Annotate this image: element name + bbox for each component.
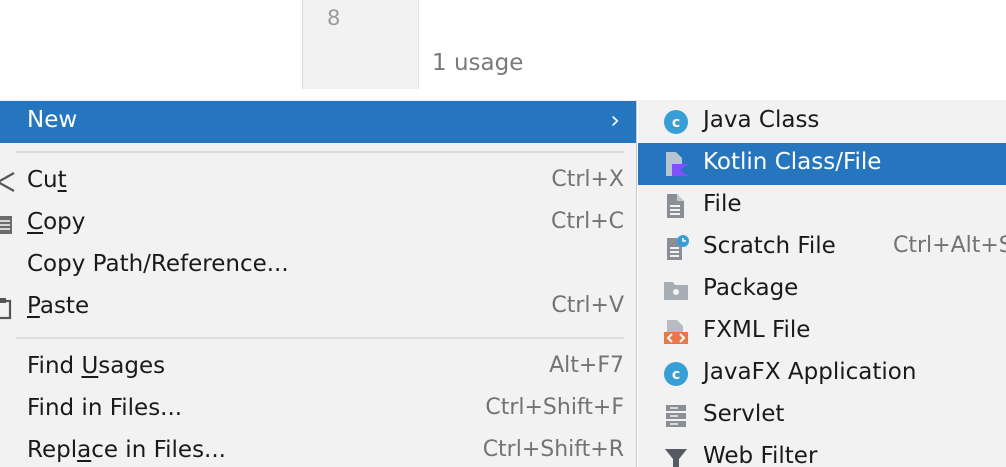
editor-gutter[interactable] [302,0,419,89]
menu-separator [16,337,624,339]
svg-text:c: c [672,367,680,383]
menu-item-shortcut: Ctrl+Shift+R [482,437,624,462]
menu-item-replace-in-files[interactable]: Replace in Files... Ctrl+Shift+R [0,431,636,467]
menu-item-label: Replace in Files... [27,437,226,463]
menu-item-find-usages[interactable]: Find Usages Alt+F7 [0,347,636,389]
menu-item-label: Find Usages [27,353,166,379]
menu-item-copy[interactable]: Copy Ctrl+C [0,203,636,245]
servlet-icon [662,402,690,430]
submenu-item-shortcut: Ctrl+Alt+Shift+Insert [893,233,1006,258]
menu-item-new[interactable]: New › [0,101,636,143]
editor-margin [0,0,302,89]
menu-item-shortcut: Ctrl+C [551,209,624,234]
submenu-item-scratch-file[interactable]: Scratch File Ctrl+Alt+Shift+Insert [638,227,1006,269]
usage-inlay-hint[interactable]: 1 usage [432,50,523,76]
editor-context-menu: New › Cut Ctrl+X Copy Ctrl+C Copy Path/R… [0,100,637,467]
submenu-item-kotlin-class-file[interactable]: Kotlin Class/File [638,143,1006,185]
menu-item-copy-path[interactable]: Copy Path/Reference... [0,245,636,287]
menu-item-label: Cut [27,167,67,193]
submenu-item-label: Servlet [703,401,785,427]
submenu-item-web-filter[interactable]: Web Filter [638,437,1006,467]
submenu-item-servlet[interactable]: Servlet [638,395,1006,437]
scratch-file-icon [662,234,690,262]
copy-icon [0,211,16,237]
file-icon [662,192,690,220]
submenu-item-javafx-application[interactable]: c JavaFX Application [638,353,1006,395]
package-folder-icon [662,276,690,304]
ide-window: 8 1 usage New › Cut Ctrl+X Copy Ctrl+C C… [0,0,1006,467]
paste-icon [0,295,16,321]
cut-icon [0,169,16,195]
submenu-item-java-class[interactable]: c Java Class [638,101,1006,143]
submenu-item-package[interactable]: Package [638,269,1006,311]
submenu-item-file[interactable]: File [638,185,1006,227]
submenu-item-label: File [703,191,742,217]
menu-item-label: Copy [27,209,86,235]
line-number: 8 [327,6,341,30]
menu-item-cut[interactable]: Cut Ctrl+X [0,161,636,203]
submenu-item-label: Package [703,275,799,301]
menu-item-label: Copy Path/Reference... [27,251,289,277]
javafx-class-icon: c [662,360,690,388]
kotlin-file-icon [662,150,690,178]
submenu-item-fxml-file[interactable]: FXML File [638,311,1006,353]
menu-item-shortcut: Ctrl+X [551,167,624,192]
submenu-item-label: FXML File [703,317,811,343]
menu-item-shortcut: Ctrl+V [551,293,624,318]
submenu-item-label: Web Filter [703,443,818,467]
menu-item-shortcut: Ctrl+Shift+F [485,395,624,420]
java-class-icon: c [662,108,690,136]
menu-item-paste[interactable]: Paste Ctrl+V [0,287,636,329]
menu-item-label: Paste [27,293,90,319]
menu-item-find-in-files[interactable]: Find in Files... Ctrl+Shift+F [0,389,636,431]
svg-text:c: c [672,115,680,131]
menu-item-shortcut: Alt+F7 [549,353,624,378]
submenu-item-label: Scratch File [703,233,836,259]
menu-separator [16,151,624,153]
submenu-item-label: Java Class [703,107,820,133]
submenu-item-label: Kotlin Class/File [703,149,882,175]
new-submenu: c Java Class Kotlin Class/File File Scra… [638,100,1006,467]
chevron-right-icon: › [610,106,620,134]
menu-item-label: Find in Files... [27,395,183,421]
submenu-item-label: JavaFX Application [703,359,917,385]
fxml-file-icon [662,318,690,346]
menu-item-label: New [27,107,78,133]
filter-icon [662,444,690,467]
